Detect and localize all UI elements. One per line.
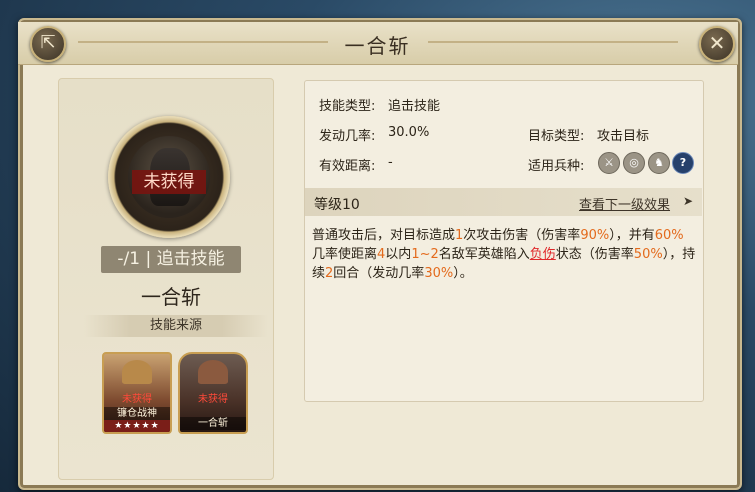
target-type-value: 攻击目标 [597, 129, 650, 144]
source-card-hero[interactable]: 未获得 镰仓战神 ★★★★★ [102, 352, 172, 434]
source-status: 未获得 [198, 394, 228, 405]
skill-level: 等级10 [314, 197, 360, 213]
share-button[interactable]: ⇱ [30, 26, 66, 62]
unobtained-label: 未获得 [132, 170, 206, 194]
skill-type-value: 追击技能 [388, 99, 441, 114]
skill-name: 一合斩 [141, 285, 201, 309]
sword-icon[interactable]: ⚔ [598, 152, 620, 174]
samurai-helmet-icon [122, 360, 152, 384]
target-icon[interactable]: ◎ [623, 152, 645, 174]
skill-source-heading: 技能来源 [84, 315, 268, 337]
warrior-icon [198, 360, 228, 384]
close-button[interactable]: ✕ [699, 26, 735, 62]
star-rating: ★★★★★ [104, 420, 170, 432]
skill-description: 普通攻击后，对目标造成1次攻击伤害（伤害率90%），并有60%几率使距离4以内1… [312, 228, 696, 281]
source-status: 未获得 [122, 394, 152, 405]
next-level-effect-link[interactable]: 查看下一级效果 [579, 194, 670, 213]
target-type-label: 目标类型: [528, 129, 585, 144]
share-icon: ⇱ [40, 32, 56, 53]
trigger-rate-value: 30.0% [388, 125, 430, 140]
range-label: 有效距离: [319, 159, 376, 174]
trigger-rate-label: 发动几率: [319, 129, 376, 144]
range-value: - [388, 155, 393, 170]
troop-type-label: 适用兵种: [528, 159, 585, 174]
source-name: 镰仓战神 [104, 407, 170, 420]
horse-icon[interactable]: ♞ [648, 152, 670, 174]
skill-type-badge: -/1 | 追击技能 [101, 246, 241, 273]
status-effect-link[interactable]: 负伤 [530, 247, 556, 262]
close-icon: ✕ [708, 31, 726, 55]
question-icon[interactable]: ? [672, 152, 694, 174]
arrow-right-icon[interactable]: ➤ [683, 194, 693, 208]
skill-type-label: 技能类型: [319, 99, 376, 114]
source-name: 一合斩 [180, 417, 246, 430]
window-title: 一合斩 [344, 34, 411, 58]
source-card-skill[interactable]: 未获得 一合斩 [178, 352, 248, 434]
